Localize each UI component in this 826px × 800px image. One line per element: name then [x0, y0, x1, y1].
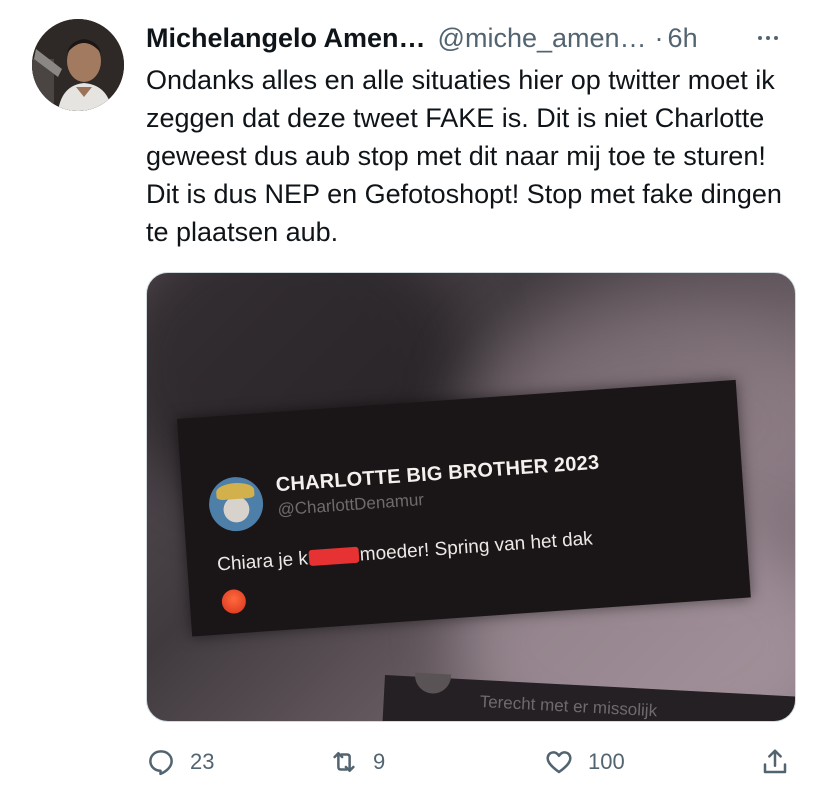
retweet-button[interactable]: 9: [329, 742, 385, 782]
tweet[interactable]: Michelangelo Amen… @miche_amen… · 6h Ondank…: [0, 0, 826, 800]
like-button[interactable]: 100: [544, 742, 625, 782]
author-handle[interactable]: @miche_amen…: [438, 23, 647, 53]
card-text: Chiara je k moeder! Spring van het dak: [217, 528, 594, 576]
more-dot: [774, 36, 778, 40]
separator-dot: ·: [654, 23, 664, 53]
tweet-media[interactable]: CHARLOTTE BIG BROTHER 2023 @CharlottDena…: [146, 272, 796, 722]
card-text-end: moeder! Spring van het dak: [359, 528, 594, 566]
card2-avatar: [414, 672, 452, 695]
card-name: CHARLOTTE BIG BROTHER 2023: [275, 451, 600, 497]
tweet-header: Michelangelo Amen… @miche_amen… · 6h: [146, 20, 786, 56]
reply-button[interactable]: 23: [146, 742, 214, 782]
tweet-actions: 23 9 100: [146, 742, 796, 782]
card-avatar: [207, 475, 265, 533]
reply-icon: [149, 750, 173, 776]
share-icon: [763, 749, 787, 774]
timestamp[interactable]: 6h: [668, 23, 698, 53]
card2-text: Terecht met er missolijk: [479, 692, 658, 721]
redaction-mark: [308, 546, 360, 567]
like-count: 100: [588, 749, 625, 774]
more-dot: [766, 36, 770, 40]
avatar-photo: [32, 19, 124, 111]
share-button[interactable]: [760, 742, 790, 782]
angry-emoji-icon: [221, 588, 247, 615]
screenshot-card: CHARLOTTE BIG BROTHER 2023 @CharlottDena…: [177, 379, 751, 637]
avatar[interactable]: [32, 19, 124, 111]
retweet-count: 9: [373, 749, 386, 774]
more-icon[interactable]: [750, 20, 786, 56]
more-dot: [758, 36, 762, 40]
retweet-icon: [333, 752, 355, 772]
reply-count: 23: [190, 749, 215, 774]
heart-icon: [546, 751, 572, 774]
tweet-text: Ondanks alles en alle situaties hier op …: [146, 65, 782, 247]
author-name[interactable]: Michelangelo Amen…: [146, 23, 426, 53]
card-text-start: Chiara je k: [216, 548, 309, 576]
